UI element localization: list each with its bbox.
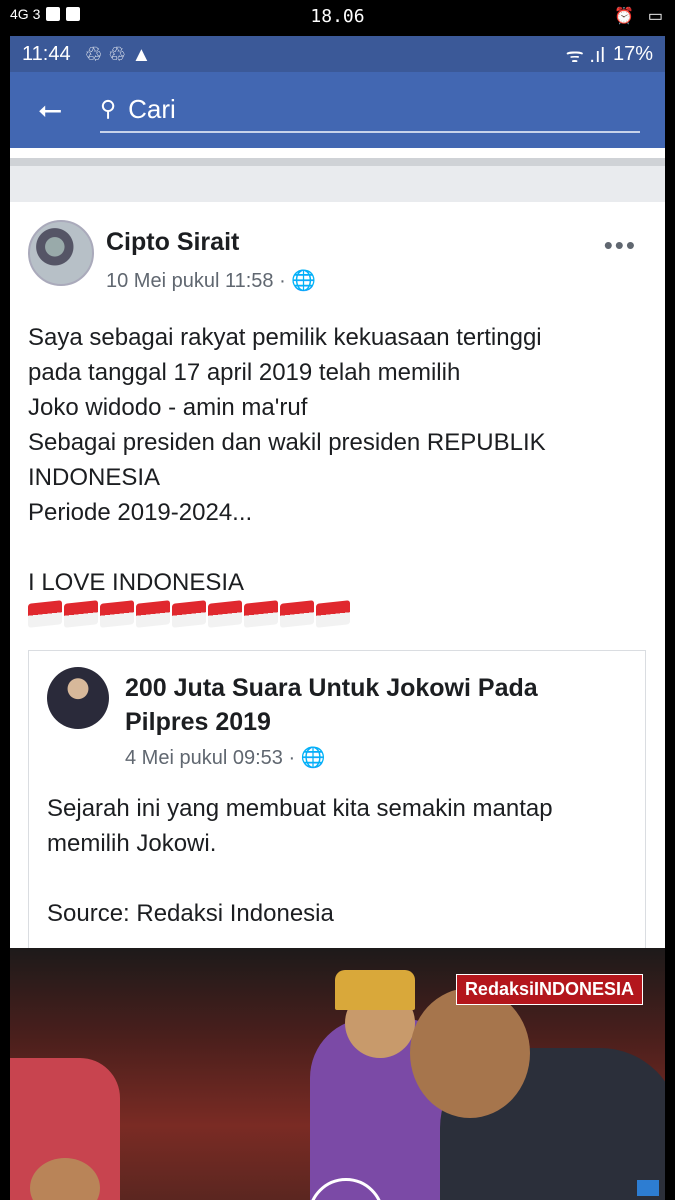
post-line: Saya sebagai rakyat pemilik kekuasaan te… xyxy=(28,324,542,351)
post-line: pada tanggal 17 april 2019 telah memilih xyxy=(28,359,461,386)
shared-page-title[interactable]: 200 Juta Suara Untuk Jokowi Pada Pilpres… xyxy=(125,671,625,739)
post-line xyxy=(28,530,628,565)
feed-divider xyxy=(10,158,665,166)
person-right-head xyxy=(410,988,530,1118)
shared-post[interactable]: 200 Juta Suara Untuk Jokowi Pada Pilpres… xyxy=(28,650,646,971)
post-line: I LOVE INDONESIA xyxy=(28,569,245,596)
post-line: INDONESIA xyxy=(28,464,161,491)
indonesia-flag-icon xyxy=(28,600,62,628)
flag-emoji-row xyxy=(28,600,628,637)
author-avatar[interactable] xyxy=(28,220,94,286)
spacer xyxy=(10,148,665,158)
status-time: 11:44 xyxy=(22,42,71,65)
indonesia-flag-icon xyxy=(100,600,134,628)
battery-level: 17% xyxy=(612,42,653,65)
post-line: Sebagai presiden dan wakil presiden REPU… xyxy=(28,429,546,456)
video-thumbnail[interactable]: RedaksiINDONESIA xyxy=(10,948,665,1200)
indonesia-flag-icon xyxy=(316,600,350,628)
author-name[interactable]: Cipto Sirait xyxy=(106,228,239,257)
indonesia-flag-icon xyxy=(172,600,206,628)
status-bar: 11:44 ♲ ♲ ▲ ᯤ .ıl 17% xyxy=(10,36,665,72)
alarm-icon: ⏰ xyxy=(613,8,634,25)
post-line: Periode 2019-2024... xyxy=(28,499,253,526)
notification-icons: ♲ ♲ ▲ xyxy=(84,43,152,66)
app-screen: 11:44 ♲ ♲ ▲ ᯤ .ıl 17% ⭠ ⚲ Cipto Sirait 10… xyxy=(10,36,665,1200)
shared-line: Sejarah ini yang membuat kita semakin ma… xyxy=(47,795,553,822)
hat-shape xyxy=(335,970,415,1010)
corner-badge-icon xyxy=(637,1180,659,1196)
search-box[interactable]: ⚲ xyxy=(100,87,640,133)
page-avatar[interactable] xyxy=(47,667,109,729)
search-input[interactable] xyxy=(126,92,611,126)
shared-line: memilih Jokowi. xyxy=(47,830,217,857)
wifi-signal-icon: ᯤ .ıl xyxy=(565,44,605,67)
shared-body: Sejarah ini yang membuat kita semakin ma… xyxy=(47,791,627,931)
shared-line xyxy=(47,861,627,896)
outer-status-bar: 4G 3 18.06 ⏰ ▭ xyxy=(0,0,675,36)
indonesia-flag-icon xyxy=(244,600,278,628)
outer-clock: 18.06 xyxy=(310,6,365,27)
post-card: Cipto Sirait 10 Mei pukul 11:58 · 🌐 ••• … xyxy=(10,202,665,1200)
search-bar: ⭠ ⚲ xyxy=(10,72,665,148)
search-icon: ⚲ xyxy=(100,96,117,121)
indonesia-flag-icon xyxy=(280,600,314,628)
post-timestamp[interactable]: 10 Mei pukul 11:58 · 🌐 xyxy=(106,268,316,293)
post-line: Joko widodo - amin ma'ruf xyxy=(28,394,308,421)
more-options-icon[interactable]: ••• xyxy=(604,230,637,261)
shared-timestamp[interactable]: 4 Mei pukul 09:53 · 🌐 xyxy=(125,745,326,770)
back-arrow-icon[interactable]: ⭠ xyxy=(38,93,78,127)
post-body: Saya sebagai rakyat pemilik kekuasaan te… xyxy=(28,320,628,637)
indonesia-flag-icon xyxy=(64,600,98,628)
outer-right-icons: ⏰ ▭ xyxy=(614,6,663,26)
shared-line: Source: Redaksi Indonesia xyxy=(47,900,334,927)
watermark-logo: RedaksiINDONESIA xyxy=(455,974,643,1005)
indonesia-flag-icon xyxy=(208,600,242,628)
battery-icon: ▭ xyxy=(647,8,663,25)
indonesia-flag-icon xyxy=(136,600,170,628)
